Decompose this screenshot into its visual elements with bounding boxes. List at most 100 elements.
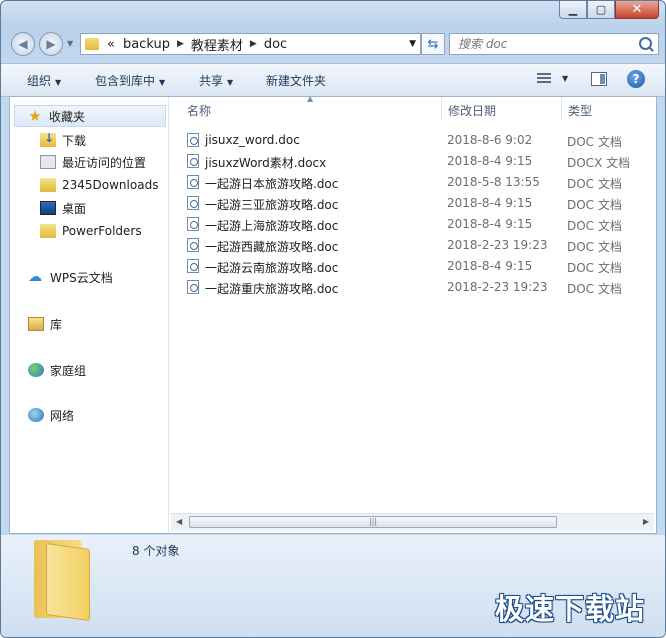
word-document-icon: [187, 259, 199, 273]
word-document-icon: [187, 196, 199, 210]
file-date: 2018-8-4 9:15: [447, 154, 533, 168]
details-pane: 8 个对象 极速下载站: [1, 535, 665, 637]
close-button[interactable]: ✕: [615, 1, 659, 19]
caption-buttons: ▁ ▢ ✕: [559, 1, 659, 21]
file-row[interactable]: jisuxz_word.doc 2018-8-6 9:02 DOC 文档: [185, 130, 655, 151]
nav-item-2345downloads[interactable]: 2345Downloads: [40, 174, 158, 196]
new-folder-button[interactable]: 新建文件夹: [266, 72, 326, 89]
address-dropdown-icon[interactable]: ▼: [409, 39, 416, 49]
file-row[interactable]: 一起游西藏旅游攻略.doc 2018-2-23 19:23 DOC 文档: [185, 235, 655, 256]
preview-pane-icon[interactable]: [591, 72, 607, 86]
column-divider[interactable]: [561, 97, 562, 121]
change-view-icon[interactable]: [537, 73, 551, 85]
forward-button[interactable]: ▶: [39, 32, 63, 56]
recent-pages-dropdown[interactable]: ▼: [67, 39, 73, 48]
forward-arrow-icon: ▶: [46, 37, 56, 51]
file-name: 一起游上海旅游攻略.doc: [205, 219, 339, 233]
file-date: 2018-8-4 9:15: [447, 217, 533, 231]
folder-icon: [40, 178, 56, 192]
powerfolders-icon: [40, 224, 56, 238]
word-document-icon: [187, 280, 199, 294]
nav-item-network[interactable]: 网络: [28, 404, 74, 426]
homegroup-icon: [28, 363, 44, 377]
back-arrow-icon: ◀: [18, 37, 28, 51]
file-date: 2018-2-23 19:23: [447, 238, 548, 252]
breadcrumb-separator-icon[interactable]: ▶: [250, 39, 257, 49]
column-header-name[interactable]: 名称: [187, 102, 211, 119]
large-folder-icon: [34, 540, 90, 622]
nav-item-label: 收藏夹: [49, 109, 86, 124]
horizontal-scrollbar[interactable]: ◀ ||| ▶: [171, 513, 654, 531]
nav-item-libraries[interactable]: 库: [28, 313, 62, 335]
address-bar[interactable]: « backup ▶ 教程素材 ▶ doc ▼: [80, 33, 421, 55]
nav-item-label: 下载: [62, 133, 87, 148]
nav-item-label: 桌面: [62, 201, 87, 216]
maximize-button[interactable]: ▢: [587, 1, 615, 19]
breadcrumb-tutorial-materials[interactable]: 教程素材: [191, 35, 243, 54]
file-date: 2018-2-23 19:23: [447, 280, 548, 294]
breadcrumb-separator-icon[interactable]: ▶: [177, 39, 184, 49]
file-row[interactable]: jisuxzWord素材.docx 2018-8-4 9:15 DOCX 文档: [185, 151, 655, 172]
include-in-library-button[interactable]: 包含到库中 ▼: [95, 72, 165, 89]
new-folder-label: 新建文件夹: [266, 74, 327, 88]
file-type: DOC 文档: [567, 282, 622, 296]
help-icon[interactable]: ?: [627, 70, 645, 88]
item-count: 8 个对象: [132, 544, 180, 558]
breadcrumb-overflow[interactable]: «: [107, 37, 115, 52]
content-area: ★ 收藏夹 下载 最近访问的位置 2345Downloads 桌面 Pow: [9, 94, 657, 534]
column-header-date[interactable]: 修改日期: [448, 102, 496, 119]
navigation-bar: ◀ ▶ ▼ « backup ▶ 教程素材 ▶ doc ▼ ⇆: [9, 31, 659, 57]
back-button[interactable]: ◀: [11, 32, 35, 56]
scrollbar-thumb[interactable]: |||: [189, 516, 557, 528]
file-type: DOC 文档: [567, 135, 622, 149]
file-row[interactable]: 一起游云南旅游攻略.doc 2018-8-4 9:15 DOC 文档: [185, 256, 655, 277]
file-row[interactable]: 一起游上海旅游攻略.doc 2018-8-4 9:15 DOC 文档: [185, 214, 655, 235]
share-button[interactable]: 共享 ▼: [199, 72, 233, 89]
file-row[interactable]: 一起游日本旅游攻略.doc 2018-5-8 13:55 DOC 文档: [185, 172, 655, 193]
nav-item-label: 2345Downloads: [62, 178, 159, 192]
file-type: DOC 文档: [567, 177, 622, 191]
nav-item-label: WPS云文档: [50, 270, 113, 285]
chevron-down-icon: ▼: [159, 78, 166, 87]
search-input[interactable]: [456, 36, 640, 52]
nav-item-wps-cloud[interactable]: ☁ WPS云文档: [28, 266, 113, 288]
maximize-icon: ▢: [595, 3, 607, 16]
nav-item-powerfolders[interactable]: PowerFolders: [40, 220, 142, 242]
breadcrumb-doc[interactable]: doc: [264, 37, 287, 52]
file-type: DOCX 文档: [567, 156, 631, 170]
scroll-left-icon[interactable]: ◀: [176, 517, 182, 526]
organize-button[interactable]: 组织 ▼: [27, 72, 61, 89]
search-icon[interactable]: [639, 37, 652, 50]
word-document-icon: [187, 154, 199, 168]
column-divider[interactable]: [441, 97, 442, 121]
view-options-dropdown[interactable]: ▼: [562, 74, 568, 83]
watermark-logo: 极速下载站: [494, 592, 645, 626]
nav-item-favorites[interactable]: ★ 收藏夹: [14, 105, 166, 127]
nav-item-downloads[interactable]: 下载: [40, 129, 86, 151]
file-row[interactable]: 一起游重庆旅游攻略.doc 2018-2-23 19:23 DOC 文档: [185, 277, 655, 298]
file-name: 一起游西藏旅游攻略.doc: [205, 240, 339, 254]
breadcrumb-backup[interactable]: backup: [123, 37, 170, 52]
file-type: DOC 文档: [567, 219, 622, 233]
chevron-down-icon: ▼: [227, 78, 234, 87]
file-name: jisuxz_word.doc: [205, 133, 300, 147]
close-icon: ✕: [631, 2, 643, 17]
file-name: 一起游云南旅游攻略.doc: [205, 261, 339, 275]
file-date: 2018-5-8 13:55: [447, 175, 540, 189]
file-row[interactable]: 一起游三亚旅游攻略.doc 2018-8-4 9:15 DOC 文档: [185, 193, 655, 214]
file-date: 2018-8-4 9:15: [447, 196, 533, 210]
scroll-right-icon[interactable]: ▶: [643, 517, 649, 526]
nav-item-homegroup[interactable]: 家庭组: [28, 359, 86, 381]
refresh-button[interactable]: ⇆: [421, 33, 445, 55]
recent-places-icon: [40, 155, 56, 169]
search-box[interactable]: [449, 33, 659, 55]
nav-item-recent-places[interactable]: 最近访问的位置: [40, 151, 146, 173]
downloads-folder-icon: [40, 131, 56, 147]
column-header-row: ▲ 名称 修改日期 类型: [169, 94, 656, 121]
nav-item-desktop[interactable]: 桌面: [40, 197, 86, 219]
minimize-button[interactable]: ▁: [559, 1, 587, 19]
share-label: 共享: [199, 74, 224, 88]
column-header-type[interactable]: 类型: [568, 102, 592, 119]
explorer-window: ▁ ▢ ✕ ◀ ▶ ▼ « backup ▶ 教程素材 ▶ doc ▼ ⇆ 组织…: [0, 0, 666, 638]
cloud-icon: ☁: [28, 269, 42, 285]
